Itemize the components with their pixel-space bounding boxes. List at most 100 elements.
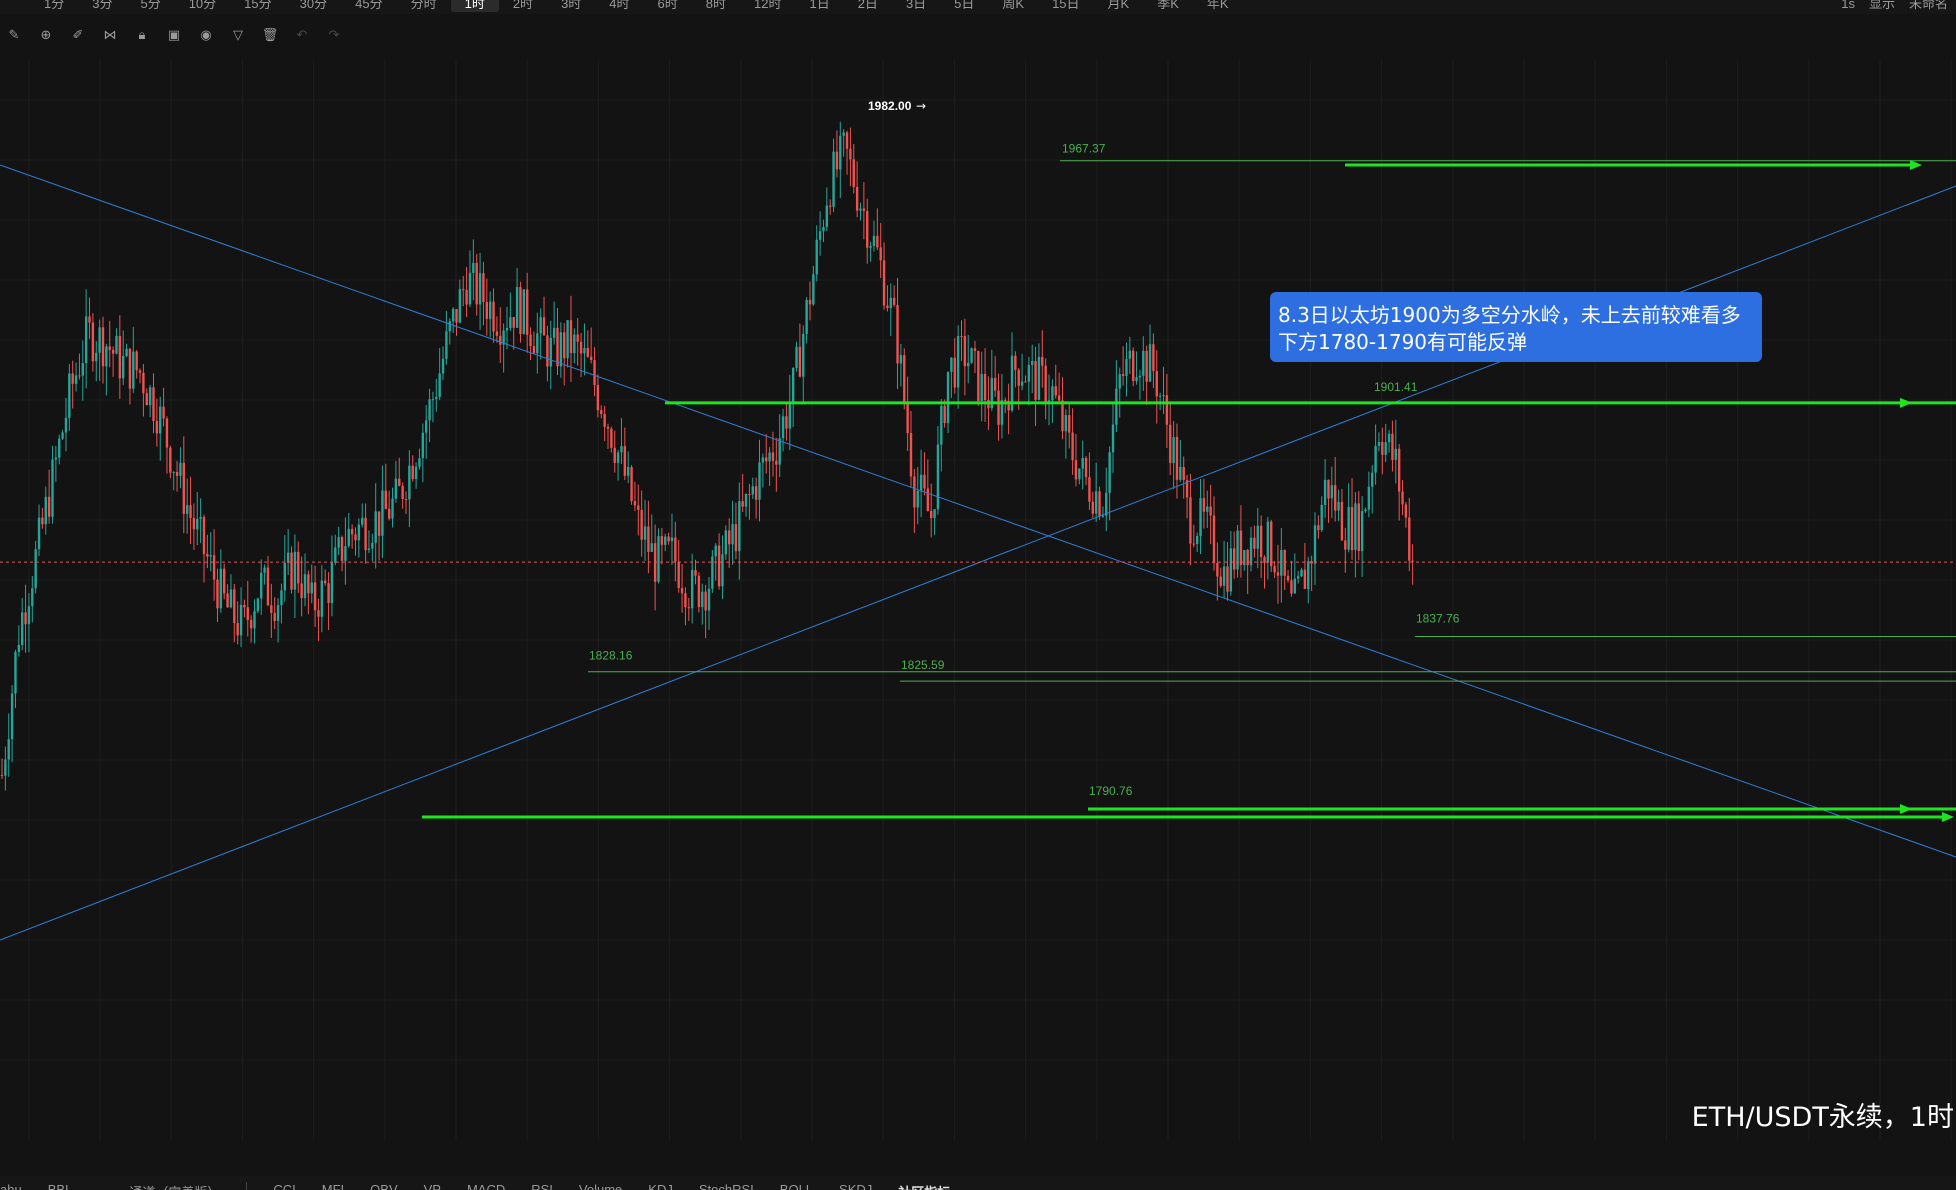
candle-body	[613, 447, 616, 463]
candle-body	[404, 499, 408, 501]
interval-17[interactable]: 3日	[892, 0, 940, 12]
interval-9[interactable]: 2时	[499, 0, 547, 12]
candle-body	[798, 346, 802, 377]
indicator-13[interactable]: SKDJ	[839, 1182, 872, 1190]
level-label-1828.16: 1828.16	[589, 649, 633, 663]
indicator-2[interactable]: vegas通道（完善版）	[95, 1182, 221, 1190]
candle-body	[694, 570, 697, 576]
interval-13[interactable]: 8时	[692, 0, 740, 12]
indicator-14[interactable]: 社区指标	[898, 1182, 950, 1190]
indicator-9[interactable]: Volume	[579, 1182, 622, 1190]
candle-body	[381, 490, 384, 536]
interval-16[interactable]: 2日	[844, 0, 892, 12]
redo-icon[interactable]: ↷	[324, 25, 344, 45]
interval-22[interactable]: 季K	[1143, 0, 1193, 12]
candle-body	[1027, 364, 1031, 382]
candle-body	[1317, 525, 1320, 531]
interval-14[interactable]: 12时	[740, 0, 795, 12]
ruler-icon[interactable]: ✎	[4, 25, 24, 45]
indicator-4[interactable]: MFI	[322, 1182, 344, 1190]
candle-body	[933, 509, 936, 519]
magnet-icon[interactable]: ⋈	[100, 25, 120, 45]
layout-name[interactable]: 未命名	[1909, 0, 1948, 12]
edit-box-icon[interactable]: ▣	[164, 25, 184, 45]
candle-body	[704, 591, 707, 611]
interval-0[interactable]: 1分	[30, 0, 78, 12]
display-menu[interactable]: 显示	[1869, 0, 1895, 12]
candle-body	[330, 562, 334, 603]
candle-body	[1179, 466, 1182, 480]
interval-1[interactable]: 3分	[78, 0, 126, 12]
candle-body	[283, 562, 286, 591]
interval-11[interactable]: 4时	[595, 0, 643, 12]
candle-body	[1128, 350, 1132, 359]
indicator-8[interactable]: RSI	[531, 1182, 553, 1190]
price-chart[interactable]: 1967.37 1901.41 1837.76 1828.16 1825.59 1790.…	[0, 50, 1956, 1140]
interval-21[interactable]: 月K	[1094, 0, 1144, 12]
indicator-10[interactable]: KDJ	[648, 1182, 673, 1190]
interval-2[interactable]: 5分	[126, 0, 174, 12]
candle-body	[212, 555, 216, 580]
interval-4[interactable]: 15分	[230, 0, 285, 12]
candle-body	[606, 426, 610, 429]
candle-body	[78, 375, 81, 377]
undo-icon[interactable]: ↶	[292, 25, 312, 45]
candle-body	[357, 524, 361, 541]
interval-6[interactable]: 45分	[341, 0, 396, 12]
candle-body	[569, 320, 573, 354]
interval-7[interactable]: 分时	[397, 0, 451, 12]
zoom-in-icon[interactable]: ⊕	[36, 25, 56, 45]
candle-body	[361, 517, 364, 525]
candle-body	[327, 583, 330, 603]
interval-12[interactable]: 6时	[644, 0, 692, 12]
candle-body	[670, 537, 674, 542]
candle-body	[1105, 492, 1108, 516]
interval-20[interactable]: 15日	[1038, 0, 1093, 12]
interval-18[interactable]: 5日	[940, 0, 988, 12]
candle-body	[68, 373, 71, 418]
indicator-1[interactable]: BBI	[48, 1182, 69, 1190]
interval-8[interactable]: 1时	[450, 0, 499, 12]
lock-icon[interactable]: 🔒︎	[132, 25, 152, 45]
interval-5[interactable]: 30分	[286, 0, 341, 12]
candle-body	[485, 302, 488, 319]
level-label-1901.41: 1901.41	[1374, 380, 1418, 394]
indicator-5[interactable]: OBV	[370, 1182, 397, 1190]
candle-body	[1111, 424, 1115, 453]
interval-10[interactable]: 3时	[547, 0, 595, 12]
candle-body	[243, 604, 246, 608]
filter-icon[interactable]: ▽	[228, 25, 248, 45]
candle-body	[1024, 381, 1027, 383]
candle-body	[172, 472, 175, 474]
indicator-7[interactable]: MACD	[467, 1182, 505, 1190]
interval-3[interactable]: 10分	[175, 0, 230, 12]
seconds-toggle[interactable]: 1s	[1841, 0, 1855, 12]
indicator-0[interactable]: ahu	[0, 1182, 22, 1190]
candle-body	[4, 759, 7, 776]
pencil-icon[interactable]: ✐	[68, 25, 88, 45]
candle-body	[135, 351, 138, 371]
candle-body	[660, 536, 664, 545]
candle-body	[647, 526, 650, 552]
candle-body	[859, 208, 862, 211]
candle-body	[563, 332, 566, 359]
candle-body	[684, 593, 687, 608]
candle-body	[14, 652, 17, 694]
candle-body	[401, 485, 404, 500]
trash-icon[interactable]: 🗑︎	[260, 25, 280, 45]
interval-23[interactable]: 年K	[1193, 0, 1243, 12]
candle-body	[926, 488, 930, 511]
candle-body	[482, 273, 485, 303]
indicator-6[interactable]: VP	[424, 1182, 441, 1190]
candle-body	[839, 135, 842, 170]
indicator-3[interactable]: CCI	[273, 1182, 295, 1190]
candle-body	[1330, 485, 1334, 499]
candle-body	[512, 317, 515, 328]
interval-15[interactable]: 1日	[795, 0, 843, 12]
interval-19[interactable]: 周K	[988, 0, 1038, 12]
eye-icon[interactable]: ◉	[196, 25, 216, 45]
indicator-12[interactable]: BOLL	[780, 1182, 813, 1190]
indicator-11[interactable]: StochRSI	[699, 1182, 754, 1190]
candle-body	[829, 205, 832, 207]
candle-body	[623, 446, 627, 476]
